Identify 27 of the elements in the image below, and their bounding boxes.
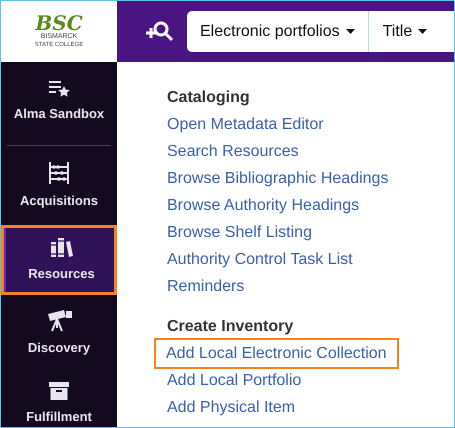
menu-link[interactable]: Browse Bibliographic Headings bbox=[167, 165, 388, 192]
menu-link[interactable]: Reminders bbox=[167, 273, 244, 300]
menu-link[interactable]: Add Local Electronic Collection bbox=[156, 340, 397, 367]
list-star-icon bbox=[47, 78, 71, 98]
sidebar-item[interactable]: Alma Sandbox bbox=[1, 62, 117, 140]
field-dropdown[interactable]: Title bbox=[368, 11, 442, 52]
menu-link[interactable]: Browse Shelf Listing bbox=[167, 219, 312, 246]
menu-link[interactable]: Authority Control Task List bbox=[167, 246, 353, 273]
menu-link[interactable]: Browse Authority Headings bbox=[167, 192, 360, 219]
section-heading: Create Inventory bbox=[167, 317, 294, 337]
caret-icon bbox=[418, 29, 428, 34]
menu-link[interactable]: Add Physical Item bbox=[167, 394, 296, 421]
menu-link[interactable]: Add Local Portfolio bbox=[167, 367, 302, 394]
sidebar-item[interactable]: Fulfillment bbox=[1, 369, 117, 427]
sidebar-item[interactable]: Resources bbox=[1, 225, 117, 295]
scope-dropdown[interactable]: Electronic portfolios bbox=[187, 11, 369, 52]
telescope-icon bbox=[45, 310, 73, 332]
sidebar-item[interactable]: Acquisitions bbox=[1, 151, 117, 221]
abacus-icon bbox=[48, 161, 70, 186]
search-plus-icon bbox=[144, 20, 174, 44]
archive-box-icon bbox=[48, 381, 70, 402]
caret-icon bbox=[346, 29, 355, 34]
sidebar-item[interactable]: Discovery bbox=[1, 299, 117, 369]
section-heading: Cataloging bbox=[167, 88, 251, 108]
books-icon bbox=[50, 236, 74, 258]
menu-link[interactable]: Search Resources bbox=[167, 138, 299, 165]
menu-link[interactable]: Open Metadata Editor bbox=[167, 111, 324, 138]
